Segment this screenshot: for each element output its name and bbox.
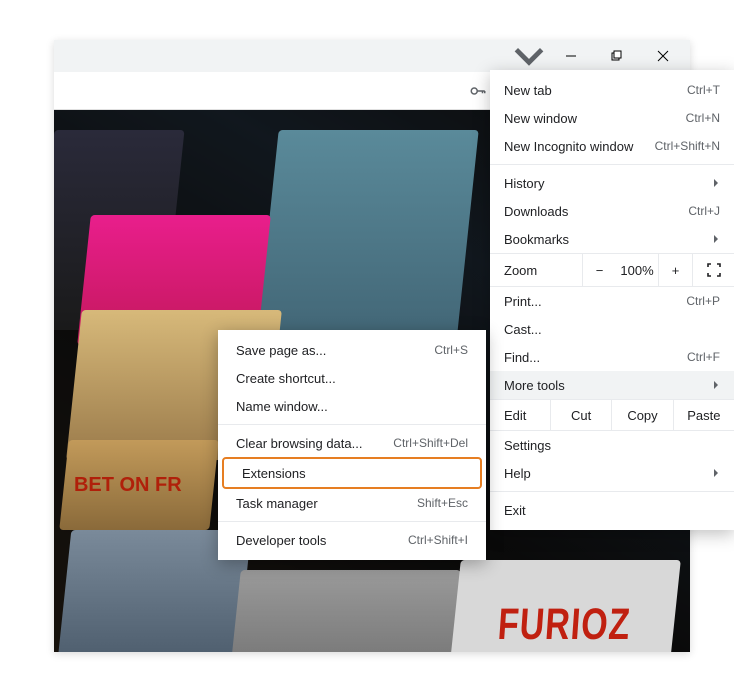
menu-separator [490,491,734,492]
menu-item-find[interactable]: Find... Ctrl+F [490,343,734,371]
submenu-shortcut: Shift+Esc [417,496,468,510]
submenu-label: Extensions [242,466,306,481]
menu-item-new-tab[interactable]: New tab Ctrl+T [490,76,734,104]
submenu-shortcut: Ctrl+S [434,343,468,357]
menu-label: History [504,176,544,191]
menu-item-more-tools[interactable]: More tools [490,371,734,399]
submenu-item-clear-data[interactable]: Clear browsing data... Ctrl+Shift+Del [218,429,486,457]
menu-item-print[interactable]: Print... Ctrl+P [490,287,734,315]
key-icon[interactable] [466,79,490,103]
menu-label: New tab [504,83,552,98]
menu-item-settings[interactable]: Settings [490,431,734,459]
menu-edit-row: Edit Cut Copy Paste [490,399,734,431]
submenu-label: Name window... [236,399,328,414]
submenu-label: Task manager [236,496,318,511]
menu-label: Exit [504,503,526,518]
menu-label: Downloads [504,204,568,219]
close-icon [657,50,669,62]
menu-separator [490,164,734,165]
submenu-shortcut: Ctrl+Shift+Del [393,436,468,450]
chrome-main-menu: New tab Ctrl+T New window Ctrl+N New Inc… [490,70,734,530]
cut-button[interactable]: Cut [550,400,611,430]
chevron-right-icon [712,176,720,191]
submenu-item-name-window[interactable]: Name window... [218,392,486,420]
menu-label: Settings [504,438,551,453]
maximize-button[interactable] [594,40,640,72]
zoom-label: Zoom [490,263,582,278]
chevron-right-icon [712,466,720,481]
paste-button[interactable]: Paste [673,400,734,430]
menu-label: Help [504,466,531,481]
poster-bet: BET ON FR [59,440,218,530]
fullscreen-button[interactable] [692,254,734,286]
menu-shortcut: Ctrl+N [686,111,720,125]
menu-shortcut: Ctrl+Shift+N [655,139,720,153]
menu-label: New Incognito window [504,139,633,154]
submenu-shortcut: Ctrl+Shift+I [408,533,468,547]
chevron-right-icon [712,378,720,393]
menu-shortcut: Ctrl+P [686,294,720,308]
titlebar [54,40,690,72]
maximize-icon [611,50,623,62]
submenu-item-task-manager[interactable]: Task manager Shift+Esc [218,489,486,517]
zoom-value: 100% [616,263,658,278]
copy-button[interactable]: Copy [611,400,672,430]
menu-item-help[interactable]: Help [490,459,734,487]
menu-item-downloads[interactable]: Downloads Ctrl+J [490,197,734,225]
submenu-label: Create shortcut... [236,371,336,386]
poster-furioz: FURIOZ [447,560,681,652]
menu-shortcut: Ctrl+F [687,350,720,364]
submenu-separator [218,424,486,425]
poster-tile [227,570,461,652]
menu-label: More tools [504,378,565,393]
chevron-right-icon [712,232,720,247]
highlight-extensions: Extensions [222,457,482,489]
close-button[interactable] [640,40,686,72]
menu-label: Print... [504,294,542,309]
submenu-label: Clear browsing data... [236,436,362,451]
submenu-item-save-page[interactable]: Save page as... Ctrl+S [218,336,486,364]
menu-label: Find... [504,350,540,365]
menu-label: New window [504,111,577,126]
zoom-out-button[interactable]: − [582,254,616,286]
zoom-in-button[interactable]: + [658,254,692,286]
submenu-item-dev-tools[interactable]: Developer tools Ctrl+Shift+I [218,526,486,554]
menu-item-new-window[interactable]: New window Ctrl+N [490,104,734,132]
menu-item-new-incognito[interactable]: New Incognito window Ctrl+Shift+N [490,132,734,160]
fullscreen-icon [707,263,721,277]
menu-item-exit[interactable]: Exit [490,496,734,524]
menu-shortcut: Ctrl+J [688,204,720,218]
submenu-item-extensions[interactable]: Extensions [224,459,480,487]
menu-label: Bookmarks [504,232,569,247]
menu-zoom-row: Zoom − 100% + [490,253,734,287]
menu-item-bookmarks[interactable]: Bookmarks [490,225,734,253]
more-tools-submenu: Save page as... Ctrl+S Create shortcut..… [218,330,486,560]
submenu-label: Developer tools [236,533,326,548]
submenu-separator [218,521,486,522]
menu-item-history[interactable]: History [490,169,734,197]
submenu-item-create-shortcut[interactable]: Create shortcut... [218,364,486,392]
menu-shortcut: Ctrl+T [687,83,720,97]
submenu-label: Save page as... [236,343,326,358]
minimize-button[interactable] [548,40,594,72]
menu-item-cast[interactable]: Cast... [490,315,734,343]
menu-label: Cast... [504,322,542,337]
edit-label: Edit [490,408,550,423]
minimize-icon [565,50,577,62]
